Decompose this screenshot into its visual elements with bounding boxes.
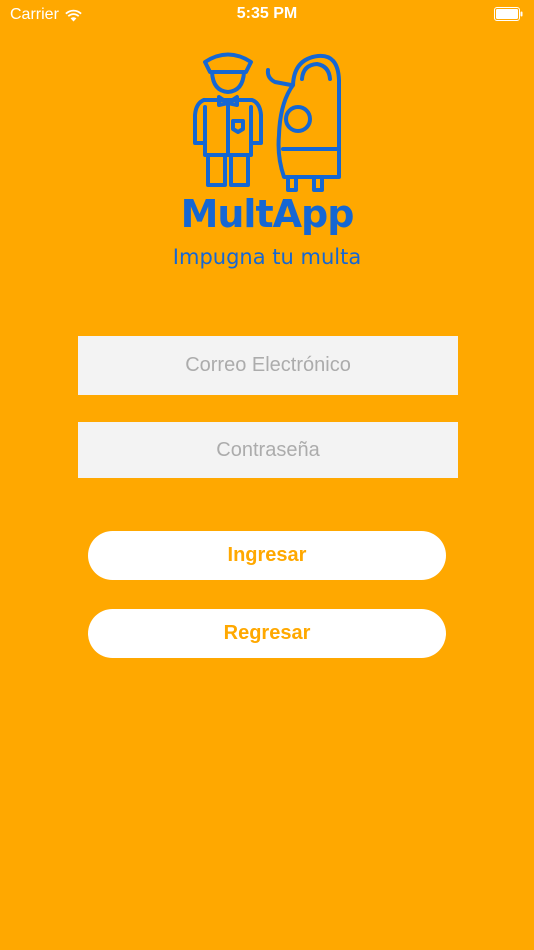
police-officer-icon [193, 52, 263, 187]
back-button[interactable]: Regresar [88, 609, 446, 658]
car-icon [265, 53, 341, 192]
password-field[interactable] [78, 422, 458, 478]
battery-icon [494, 7, 524, 22]
login-button[interactable]: Ingresar [88, 531, 446, 580]
login-button-label: Ingresar [227, 544, 307, 566]
app-title: MultApp [180, 192, 355, 236]
back-button-label: Regresar [223, 622, 311, 644]
status-time: 5:35 PM [236, 5, 298, 22]
status-bar: Carrier 5:35 PM [0, 0, 534, 30]
logo-illustration [193, 52, 341, 192]
app-logo: MultApp Impugna tu multa [0, 40, 534, 280]
email-field[interactable] [78, 336, 458, 395]
app-tagline: Impugna tu multa [172, 245, 362, 269]
